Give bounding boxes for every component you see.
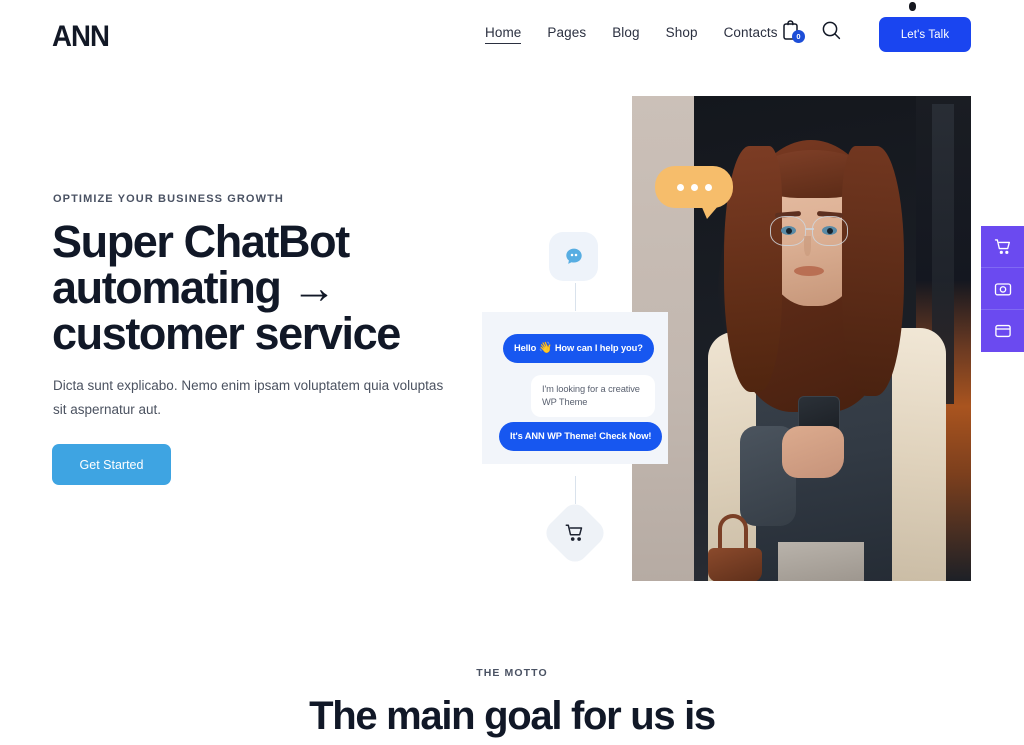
waving-hand-icon: 👋 xyxy=(538,342,553,354)
handbag xyxy=(708,548,762,581)
side-gallery-button[interactable] xyxy=(981,268,1024,310)
cart-count-badge: 0 xyxy=(792,30,805,43)
glasses-lens-left xyxy=(770,216,806,246)
side-cart-button[interactable] xyxy=(981,226,1024,268)
header-icons: 0 xyxy=(782,20,841,43)
shopping-bag-icon[interactable]: 0 xyxy=(782,20,805,43)
person-lips xyxy=(794,266,824,276)
typing-indicator-bubble xyxy=(655,166,733,219)
shopping-cart-icon[interactable] xyxy=(541,499,609,567)
nav-item-shop[interactable]: Shop xyxy=(666,25,698,44)
chat-bubble-icon[interactable] xyxy=(549,232,598,281)
page-root: ANN Home Pages Blog Shop Contacts 0 Let'… xyxy=(0,0,1024,745)
chat-bubble-bot-greeting: Hello 👋 How can I help you? xyxy=(503,334,654,363)
flow-connector-top xyxy=(575,283,577,311)
side-layout-button[interactable] xyxy=(981,310,1024,352)
hero-subtitle: Dicta sunt explicabo. Nemo enim ipsam vo… xyxy=(53,378,444,417)
cursor-dot xyxy=(909,2,916,11)
motto-eyebrow: THE MOTTO xyxy=(476,667,548,679)
glasses-bridge xyxy=(806,228,814,230)
main-navigation: Home Pages Blog Shop Contacts xyxy=(485,25,778,44)
person-nose xyxy=(804,236,811,256)
nav-item-blog[interactable]: Blog xyxy=(612,25,639,44)
person-hand xyxy=(782,426,844,478)
person-pants xyxy=(778,542,864,581)
nav-item-pages[interactable]: Pages xyxy=(547,25,586,44)
person-hair-front-right xyxy=(842,146,904,396)
hero-eyebrow: OPTIMIZE YOUR BUSINESS GROWTH xyxy=(53,193,284,205)
site-header: ANN Home Pages Blog Shop Contacts 0 Let'… xyxy=(0,0,1024,70)
flow-connector-bottom xyxy=(575,476,577,504)
search-icon[interactable] xyxy=(821,20,841,40)
lets-talk-button[interactable]: Let's Talk xyxy=(879,17,971,52)
chat-bubble-bot-answer: It's ANN WP Theme! Check Now! xyxy=(499,422,663,451)
side-panel xyxy=(981,226,1024,352)
get-started-button[interactable]: Get Started xyxy=(52,444,171,485)
nav-item-contacts[interactable]: Contacts xyxy=(724,25,778,44)
glasses-lens-right xyxy=(812,216,848,246)
chat-text-greeting-2: How can I help you? xyxy=(554,343,643,353)
hero-title: Super ChatBot automating → customer serv… xyxy=(52,216,401,359)
nav-item-home[interactable]: Home xyxy=(485,25,522,44)
chat-bubble-user: I'm looking for a creative WP Theme xyxy=(531,375,655,417)
motto-title: The main goal for us is xyxy=(309,694,716,738)
typing-dots-icon xyxy=(655,166,733,208)
site-logo[interactable]: ANN xyxy=(52,20,110,54)
chat-text-greeting: Hello xyxy=(514,343,537,353)
